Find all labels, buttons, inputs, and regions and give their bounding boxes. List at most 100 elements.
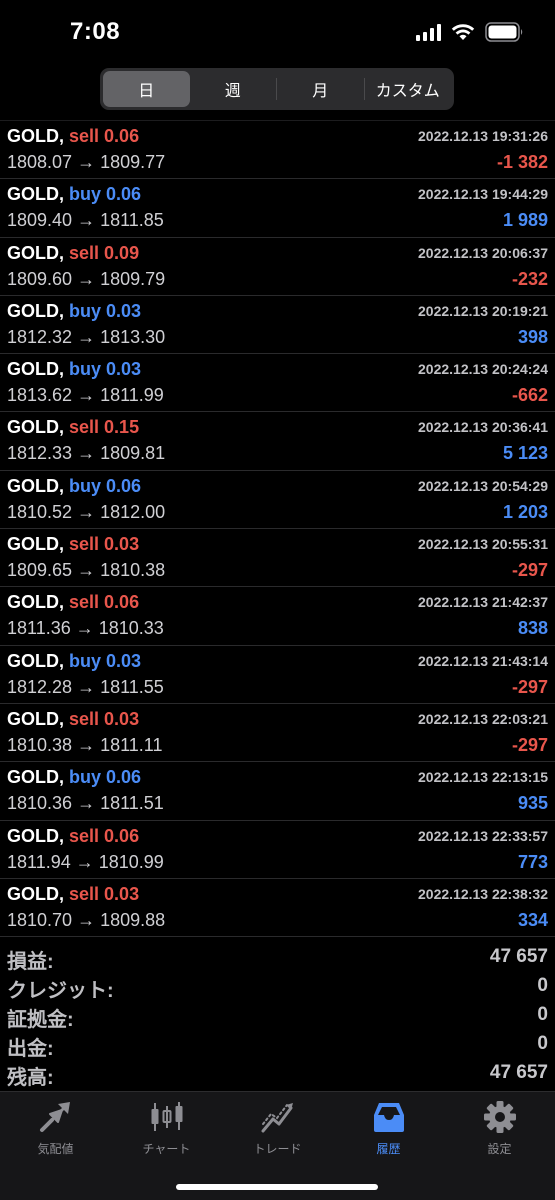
trade-time: 2022.12.13 19:44:29 <box>418 186 548 203</box>
trade-symbol: GOLD, <box>7 184 64 205</box>
trade-side: sell 0.09 <box>69 242 140 263</box>
trade-prices: 1811.36 → 1810.33 <box>7 618 164 639</box>
cellular-signal-icon <box>416 23 441 41</box>
trade-line-chart-icon <box>258 1100 298 1134</box>
trade-symbol: GOLD, <box>7 650 64 671</box>
trade-side: buy 0.03 <box>69 650 142 671</box>
trade-row[interactable]: GOLD, buy 0.03 2022.12.13 21:43:14 1812.28… <box>0 646 555 704</box>
trade-row[interactable]: GOLD, buy 0.06 2022.12.13 19:44:29 1809.40… <box>0 179 555 238</box>
summary-row: 残高: 47 657 <box>0 1058 555 1089</box>
trade-title: GOLD, sell 0.15 <box>7 417 139 438</box>
summary-value: 0 <box>537 1033 548 1054</box>
status-time: 7:08 <box>70 18 121 45</box>
tab-settings[interactable]: 設定 <box>444 1100 555 1160</box>
trade-side: sell 0.06 <box>69 126 140 146</box>
summary-row: クレジット: 0 <box>0 971 555 1002</box>
trade-profit: 935 <box>517 793 548 814</box>
trade-symbol: GOLD, <box>7 708 64 729</box>
summary-row: 証拠金: 0 <box>0 1000 555 1031</box>
trade-side: sell 0.15 <box>69 417 140 438</box>
tab-quotes[interactable]: 気配値 <box>0 1100 111 1160</box>
trade-side: sell 0.06 <box>69 592 140 613</box>
segment-day[interactable]: 日 <box>103 71 190 107</box>
summary-label: クレジット: <box>7 980 114 1002</box>
segment-week[interactable]: 週 <box>190 71 277 107</box>
trade-title: GOLD, buy 0.06 <box>7 767 141 788</box>
summary-label: 出金: <box>7 1038 54 1060</box>
trade-side: buy 0.03 <box>69 300 142 321</box>
trade-side: buy 0.06 <box>69 475 142 496</box>
inbox-tray-icon <box>369 1100 409 1134</box>
trade-row[interactable]: GOLD, buy 0.03 2022.12.13 20:24:24 1813.62… <box>0 354 555 413</box>
summary-value: 47 657 <box>489 946 548 967</box>
trade-prices: 1813.62 → 1811.99 <box>7 385 164 406</box>
trade-time: 2022.12.13 20:55:31 <box>418 536 548 553</box>
summary-row: 損益: 47 657 <box>0 942 555 973</box>
trade-title: GOLD, sell 0.06 <box>7 592 139 613</box>
trade-prices: 1809.40 → 1811.85 <box>7 210 164 231</box>
summary-label: 残高: <box>7 1067 54 1089</box>
trade-row[interactable]: GOLD, buy 0.06 2022.12.13 22:13:15 1810.36… <box>0 762 555 821</box>
trade-profit: 1 203 <box>502 501 548 522</box>
trade-title: GOLD, sell 0.03 <box>7 534 139 555</box>
trade-side: sell 0.06 <box>69 825 140 846</box>
trade-symbol: GOLD, <box>7 417 64 438</box>
candlestick-chart-icon <box>147 1100 187 1134</box>
trade-symbol: GOLD, <box>7 126 64 146</box>
trade-side: buy 0.06 <box>69 184 142 205</box>
trade-row[interactable]: GOLD, sell 0.03 2022.12.13 22:03:21 1810.3… <box>0 704 555 763</box>
trade-side: sell 0.03 <box>69 534 140 555</box>
trade-profit: -232 <box>511 268 548 289</box>
trade-profit: 5 123 <box>502 443 548 464</box>
trade-row[interactable]: GOLD, buy 0.06 2022.12.13 20:54:29 1810.52… <box>0 471 555 530</box>
trade-title: GOLD, buy 0.03 <box>7 359 141 380</box>
trade-symbol: GOLD, <box>7 592 64 613</box>
segment-custom[interactable]: カスタム <box>365 71 452 107</box>
trade-row[interactable]: GOLD, sell 0.09 2022.12.13 20:06:37 1809.6… <box>0 238 555 296</box>
trade-profit: 1 989 <box>502 210 548 231</box>
trade-profit: -297 <box>511 734 548 755</box>
trade-title: GOLD, buy 0.03 <box>7 651 141 672</box>
trade-symbol: GOLD, <box>7 534 64 555</box>
trade-time: 2022.12.13 20:36:41 <box>418 419 548 436</box>
trade-row[interactable]: GOLD, sell 0.03 2022.12.13 20:55:31 1809.6… <box>0 529 555 588</box>
trade-time: 2022.12.13 21:42:37 <box>418 594 548 611</box>
trade-row[interactable]: GOLD, sell 0.15 2022.12.13 20:36:41 1812.3… <box>0 412 555 471</box>
trade-row[interactable]: GOLD, sell 0.06 2022.12.13 22:33:57 1811.9… <box>0 821 555 879</box>
tab-trade[interactable]: トレード <box>222 1100 333 1160</box>
summary-label: 損益: <box>7 951 54 973</box>
trade-profit: 773 <box>517 851 548 872</box>
quotes-arrows-icon <box>36 1100 76 1134</box>
trade-prices: 1811.94 → 1810.99 <box>7 851 164 872</box>
tab-label: 履歴 <box>376 1142 401 1156</box>
trade-row[interactable]: GOLD, sell 0.03 2022.12.13 22:38:32 1810.7… <box>0 879 555 938</box>
trade-prices: 1812.32 → 1813.30 <box>7 326 166 347</box>
tab-chart[interactable]: チャート <box>111 1100 222 1160</box>
trade-symbol: GOLD, <box>7 242 64 263</box>
trade-time: 2022.12.13 22:03:21 <box>418 710 548 727</box>
trade-profit: 398 <box>517 326 548 347</box>
trade-row[interactable]: GOLD, buy 0.03 2022.12.13 20:19:21 1812.32… <box>0 296 555 355</box>
trade-title: GOLD, sell 0.03 <box>7 709 139 730</box>
trade-title: GOLD, sell 0.03 <box>7 884 139 905</box>
trade-symbol: GOLD, <box>7 475 64 496</box>
trade-row[interactable]: GOLD, sell 0.06 2022.12.13 21:42:37 1811.3… <box>0 587 555 646</box>
trade-profit: -662 <box>511 385 548 406</box>
summary-row: 出金: 0 <box>0 1029 555 1060</box>
trade-time: 2022.12.13 19:31:26 <box>418 128 548 144</box>
trade-history-list: GOLD, sell 0.06 2022.12.13 19:31:26 1808.0… <box>0 120 555 938</box>
trade-profit: 334 <box>517 909 548 930</box>
trade-title: GOLD, sell 0.06 <box>7 826 139 847</box>
home-indicator[interactable] <box>176 1184 378 1190</box>
trade-time: 2022.12.13 21:43:14 <box>418 652 548 669</box>
trade-profit: -297 <box>511 560 548 581</box>
trade-symbol: GOLD, <box>7 300 64 321</box>
trade-row[interactable]: GOLD, sell 0.06 2022.12.13 19:31:26 1808.0… <box>0 121 555 180</box>
tab-history[interactable]: 履歴 <box>333 1100 444 1160</box>
trade-prices: 1809.65 → 1810.38 <box>7 560 166 581</box>
segment-month[interactable]: 月 <box>277 71 364 107</box>
trade-side: sell 0.03 <box>69 708 140 729</box>
gear-icon <box>480 1100 520 1134</box>
trade-symbol: GOLD, <box>7 825 64 846</box>
wifi-icon <box>451 24 475 40</box>
